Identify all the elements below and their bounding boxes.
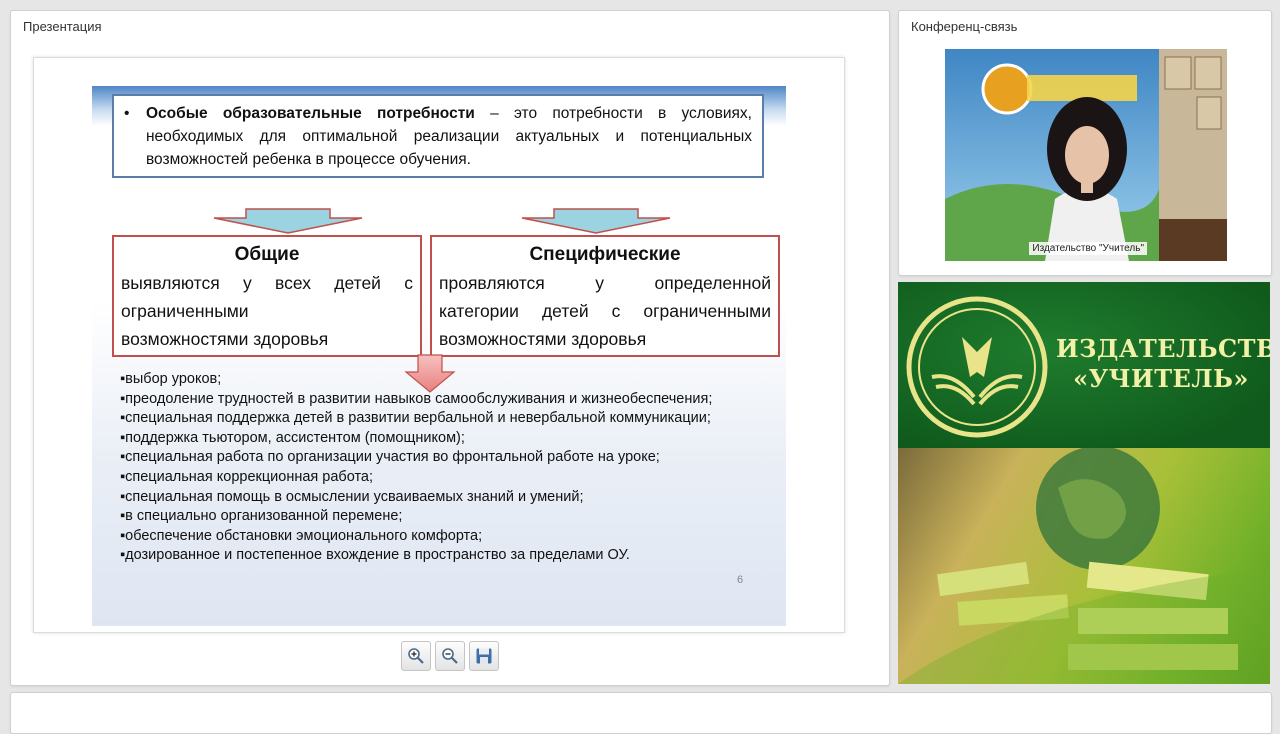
slide-toolbar [401, 641, 499, 671]
publisher-name: ИЗДАТЕЛЬСТВО «УЧИТЕЛЬ» [1056, 334, 1270, 393]
general-needs-box: Общие выявляются у всех детей с ограниче… [112, 235, 422, 357]
webcam-image [945, 49, 1227, 261]
definition-term: Особые образовательные потребности [146, 105, 475, 122]
down-arrow-icon [521, 208, 671, 234]
zoom-in-button[interactable] [401, 641, 431, 671]
special-needs-list: ▪выбор уроков; ▪преодоление трудностей в… [120, 370, 760, 566]
zoom-in-icon [408, 648, 424, 664]
specific-needs-box: Специфические проявляются у определенной… [430, 235, 780, 357]
list-item: ▪преодоление трудностей в развитии навык… [120, 390, 713, 407]
presentation-panel: Презентация • Особые образовательные пот… [10, 10, 890, 686]
video-feed[interactable]: Издательство "Учитель" [945, 49, 1227, 261]
conference-panel: Конференц-связь Издательство "Учитель" [898, 10, 1272, 276]
down-arrow-icon [213, 208, 363, 234]
presentation-panel-title: Презентация [23, 19, 102, 34]
publisher-banner: ИЗДАТЕЛЬСТВО «УЧИТЕЛЬ» [898, 282, 1270, 684]
list-item: ▪специальная работа по организации участ… [120, 449, 660, 466]
list-item: ▪в специально организованной перемене; [120, 508, 403, 525]
conference-panel-title: Конференц-связь [911, 19, 1018, 34]
list-item: ▪дозированное и постепенное вхождение в … [120, 547, 630, 564]
general-needs-line: выявляются у всех детей с [121, 273, 413, 293]
list-item: ▪выбор уроков; [120, 371, 222, 387]
zoom-out-button[interactable] [435, 641, 465, 671]
general-needs-line: возможностями здоровья [121, 329, 329, 349]
definition-box: • Особые образовательные потребности – э… [112, 94, 764, 178]
publisher-logo-icon [906, 296, 1048, 438]
globe-and-books-image [898, 448, 1270, 684]
specific-needs-line: категории детей с ограниченными [439, 301, 771, 321]
specific-needs-line: возможностями здоровья [439, 329, 647, 349]
banner-books-image [898, 448, 1270, 684]
general-needs-line: ограниченными [121, 301, 249, 321]
slide: • Особые образовательные потребности – э… [33, 57, 845, 633]
general-needs-title: Общие [234, 244, 300, 265]
zoom-out-icon [442, 648, 458, 664]
save-button[interactable] [469, 641, 499, 671]
floppy-disk-icon [476, 648, 492, 664]
list-item: ▪обеспечение обстановки эмоционального к… [120, 527, 483, 544]
bottom-panel [10, 692, 1272, 734]
list-item: ▪поддержка тьютором, ассистентом (помощн… [120, 429, 465, 446]
list-item: ▪специальная поддержка детей в развитии … [120, 410, 711, 427]
slide-page-number: 6 [737, 574, 744, 586]
specific-needs-line: проявляются у определенной [439, 273, 771, 293]
list-item: ▪специальная коррекционная работа; [120, 468, 374, 485]
definition-bullet: • [124, 105, 130, 122]
specific-needs-title: Специфические [529, 244, 681, 265]
video-caption: Издательство "Учитель" [1029, 242, 1147, 255]
list-item: ▪специальная помощь в осмыслении усваива… [120, 488, 584, 505]
